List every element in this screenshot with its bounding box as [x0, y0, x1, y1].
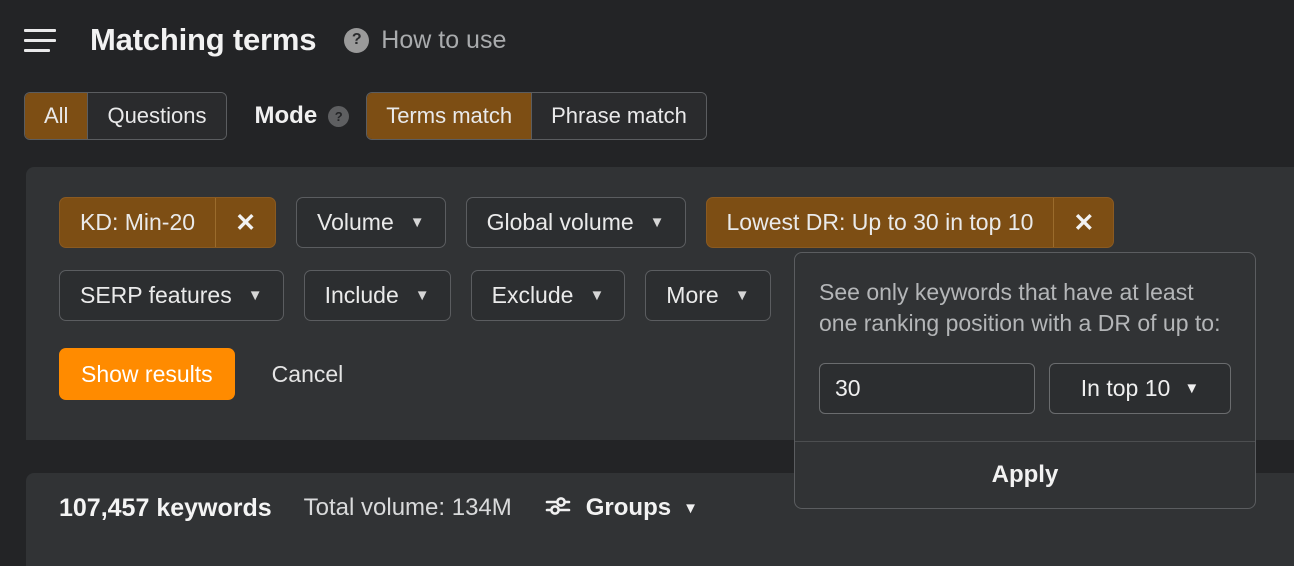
chevron-down-icon: ▼ [683, 501, 698, 516]
chevron-down-icon: ▼ [248, 288, 263, 303]
close-icon[interactable]: ✕ [1053, 198, 1113, 247]
filter-chip-include[interactable]: Include ▼ [304, 270, 451, 321]
match-mode-toggle-group: Terms match Phrase match [366, 92, 707, 140]
filter-chip-kd[interactable]: KD: Min-20 ✕ [59, 197, 276, 248]
sliders-icon [544, 494, 572, 523]
how-to-use-label: How to use [381, 26, 506, 55]
hamburger-line [24, 39, 56, 42]
chevron-down-icon: ▼ [650, 215, 665, 230]
total-volume: Total volume: 134M [304, 494, 512, 522]
filter-chip-serp-features-label: SERP features [80, 282, 232, 309]
tab-all[interactable]: All [25, 93, 88, 139]
filter-chip-lowest-dr-label: Lowest DR: Up to 30 in top 10 [707, 198, 1054, 247]
tab-phrase-match[interactable]: Phrase match [532, 93, 706, 139]
filter-chip-include-label: Include [325, 282, 399, 309]
how-to-use-link[interactable]: ? How to use [344, 26, 506, 55]
lowest-dr-filter-dropdown: See only keywords that have at least one… [794, 252, 1256, 509]
dr-position-select[interactable]: In top 10 ▼ [1049, 363, 1231, 414]
filter-chip-kd-label: KD: Min-20 [60, 198, 215, 247]
filter-chip-more-label: More [666, 282, 718, 309]
cancel-button[interactable]: Cancel [272, 361, 344, 388]
hamburger-menu-icon[interactable] [18, 19, 64, 61]
mode-label: Mode [255, 102, 318, 130]
chevron-down-icon: ▼ [415, 288, 430, 303]
filter-chip-global-volume-label: Global volume [487, 209, 634, 236]
close-icon[interactable]: ✕ [215, 198, 275, 247]
filter-chip-volume[interactable]: Volume ▼ [296, 197, 446, 248]
chevron-down-icon: ▼ [1184, 381, 1199, 396]
apply-button[interactable]: Apply [795, 441, 1255, 508]
keyword-type-toggle-group: All Questions [24, 92, 227, 140]
toolbar: All Questions Mode ? Terms match Phrase … [0, 80, 1294, 152]
groups-label: Groups [586, 494, 671, 522]
tab-questions[interactable]: Questions [88, 93, 225, 139]
chevron-down-icon: ▼ [410, 215, 425, 230]
filter-chip-exclude-label: Exclude [492, 282, 574, 309]
groups-control[interactable]: Groups ▼ [544, 494, 698, 523]
question-mark-icon: ? [344, 28, 369, 53]
dr-position-select-label: In top 10 [1081, 375, 1171, 402]
lowest-dr-dropdown-body: See only keywords that have at least one… [795, 253, 1255, 441]
filter-chip-exclude[interactable]: Exclude ▼ [471, 270, 626, 321]
chevron-down-icon: ▼ [589, 288, 604, 303]
tab-terms-match[interactable]: Terms match [367, 93, 532, 139]
lowest-dr-description: See only keywords that have at least one… [819, 277, 1231, 338]
mode-help-icon[interactable]: ? [328, 106, 349, 127]
app-header: Matching terms ? How to use [0, 0, 1294, 80]
page-title: Matching terms [90, 22, 316, 58]
filter-chip-more[interactable]: More ▼ [645, 270, 770, 321]
hamburger-line [24, 29, 56, 32]
lowest-dr-controls: In top 10 ▼ [819, 363, 1231, 414]
dr-value-input[interactable] [819, 363, 1035, 414]
show-results-button[interactable]: Show results [59, 348, 235, 400]
chevron-down-icon: ▼ [735, 288, 750, 303]
filter-chip-global-volume[interactable]: Global volume ▼ [466, 197, 686, 248]
filter-row-primary: KD: Min-20 ✕ Volume ▼ Global volume ▼ Lo… [26, 197, 1294, 248]
keyword-count: 107,457 keywords [59, 494, 272, 523]
hamburger-line [24, 49, 50, 52]
filter-chip-volume-label: Volume [317, 209, 394, 236]
filter-chip-serp-features[interactable]: SERP features ▼ [59, 270, 284, 321]
filter-chip-lowest-dr[interactable]: Lowest DR: Up to 30 in top 10 ✕ [706, 197, 1115, 248]
